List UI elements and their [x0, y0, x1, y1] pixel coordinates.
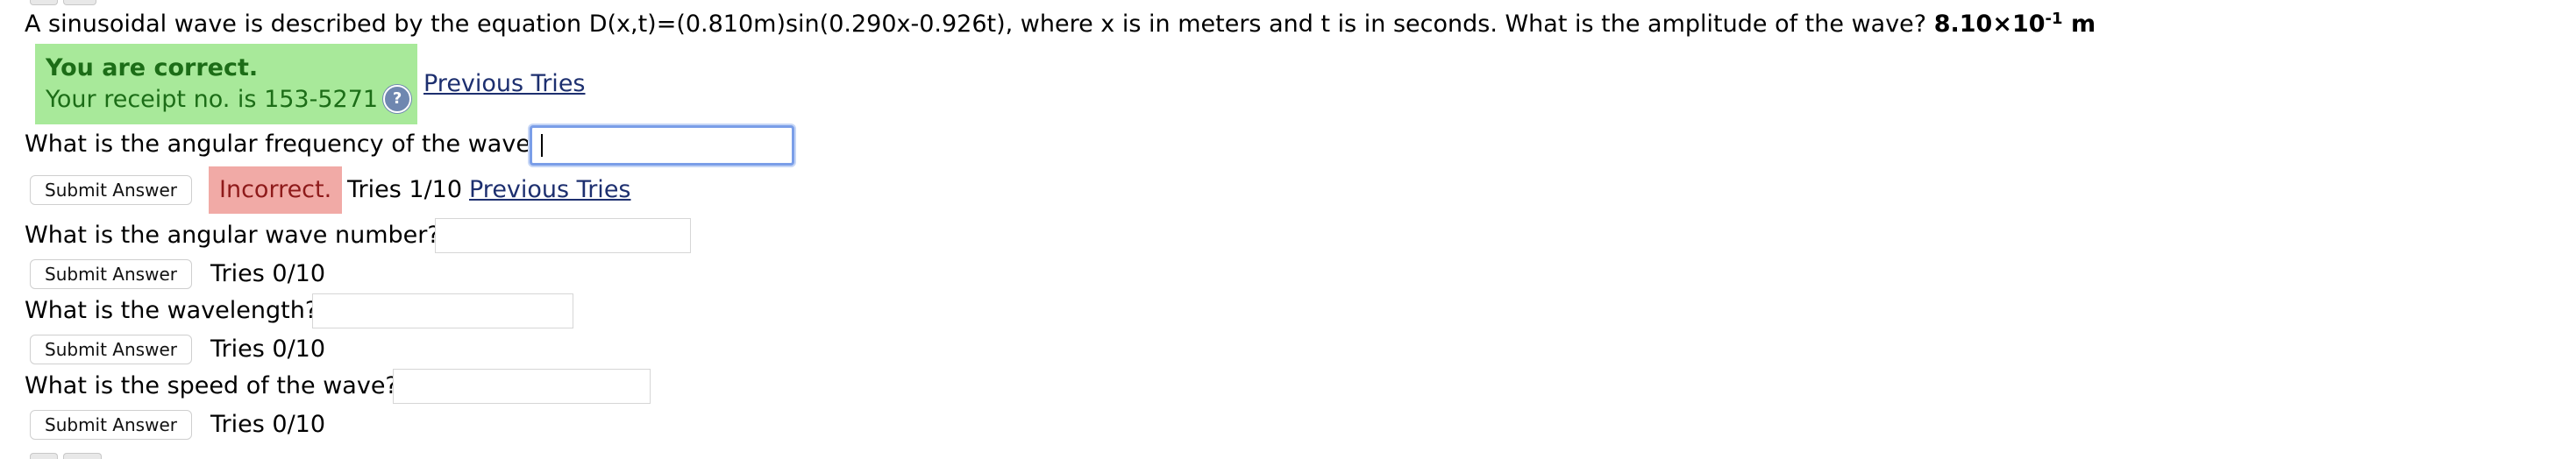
previous-tries-link-angular-frequency[interactable]: Previous Tries: [469, 173, 631, 208]
wavelength-input[interactable]: [312, 293, 573, 328]
angular-wave-number-label: What is the angular wave number?: [25, 222, 440, 249]
wavelength-label: What is the wavelength?: [25, 297, 318, 324]
receipt-line: Your receipt no. is 153-5271?: [46, 84, 417, 116]
tries-count-wave-speed: Tries 0/10: [210, 411, 326, 438]
correct-title: You are correct.: [46, 54, 259, 81]
receipt-text: Your receipt no. is 153-5271: [46, 86, 379, 113]
submit-answer-button-wave-number[interactable]: Submit Answer: [30, 259, 192, 289]
tries-count-angular-frequency: Tries 1/10: [347, 176, 463, 203]
question-amplitude: A sinusoidal wave is described by the eq…: [25, 5, 2096, 44]
bottom-clipped-button-2[interactable]: [63, 453, 102, 459]
angular-wave-number-input[interactable]: [435, 218, 691, 253]
help-icon[interactable]: ?: [383, 84, 412, 113]
text-caret: [541, 134, 543, 157]
angular-frequency-input[interactable]: [530, 125, 794, 166]
previous-tries-link-amplitude[interactable]: Previous Tries: [423, 67, 586, 102]
wave-speed-input[interactable]: [393, 369, 651, 404]
angular-frequency-label: What is the angular frequency of the wav…: [25, 131, 544, 158]
correct-feedback-box: You are correct. Your receipt no. is 153…: [35, 44, 417, 124]
wave-speed-label: What is the speed of the wave?: [25, 372, 398, 399]
question-text: A sinusoidal wave is described by the eq…: [25, 11, 1927, 38]
submit-answer-button-wave-speed[interactable]: Submit Answer: [30, 410, 192, 440]
tries-count-wavelength: Tries 0/10: [210, 335, 326, 363]
incorrect-badge: Incorrect.: [209, 166, 343, 214]
answer-exponent: -1: [2045, 10, 2063, 28]
submit-answer-button-wavelength[interactable]: Submit Answer: [30, 335, 192, 364]
bottom-clipped-button-1[interactable]: [30, 453, 58, 459]
amplitude-answer: 8.10×10-1 m: [1933, 10, 2096, 38]
submit-answer-button-angular-frequency[interactable]: Submit Answer: [30, 175, 192, 205]
tries-count-wave-number: Tries 0/10: [210, 260, 326, 287]
